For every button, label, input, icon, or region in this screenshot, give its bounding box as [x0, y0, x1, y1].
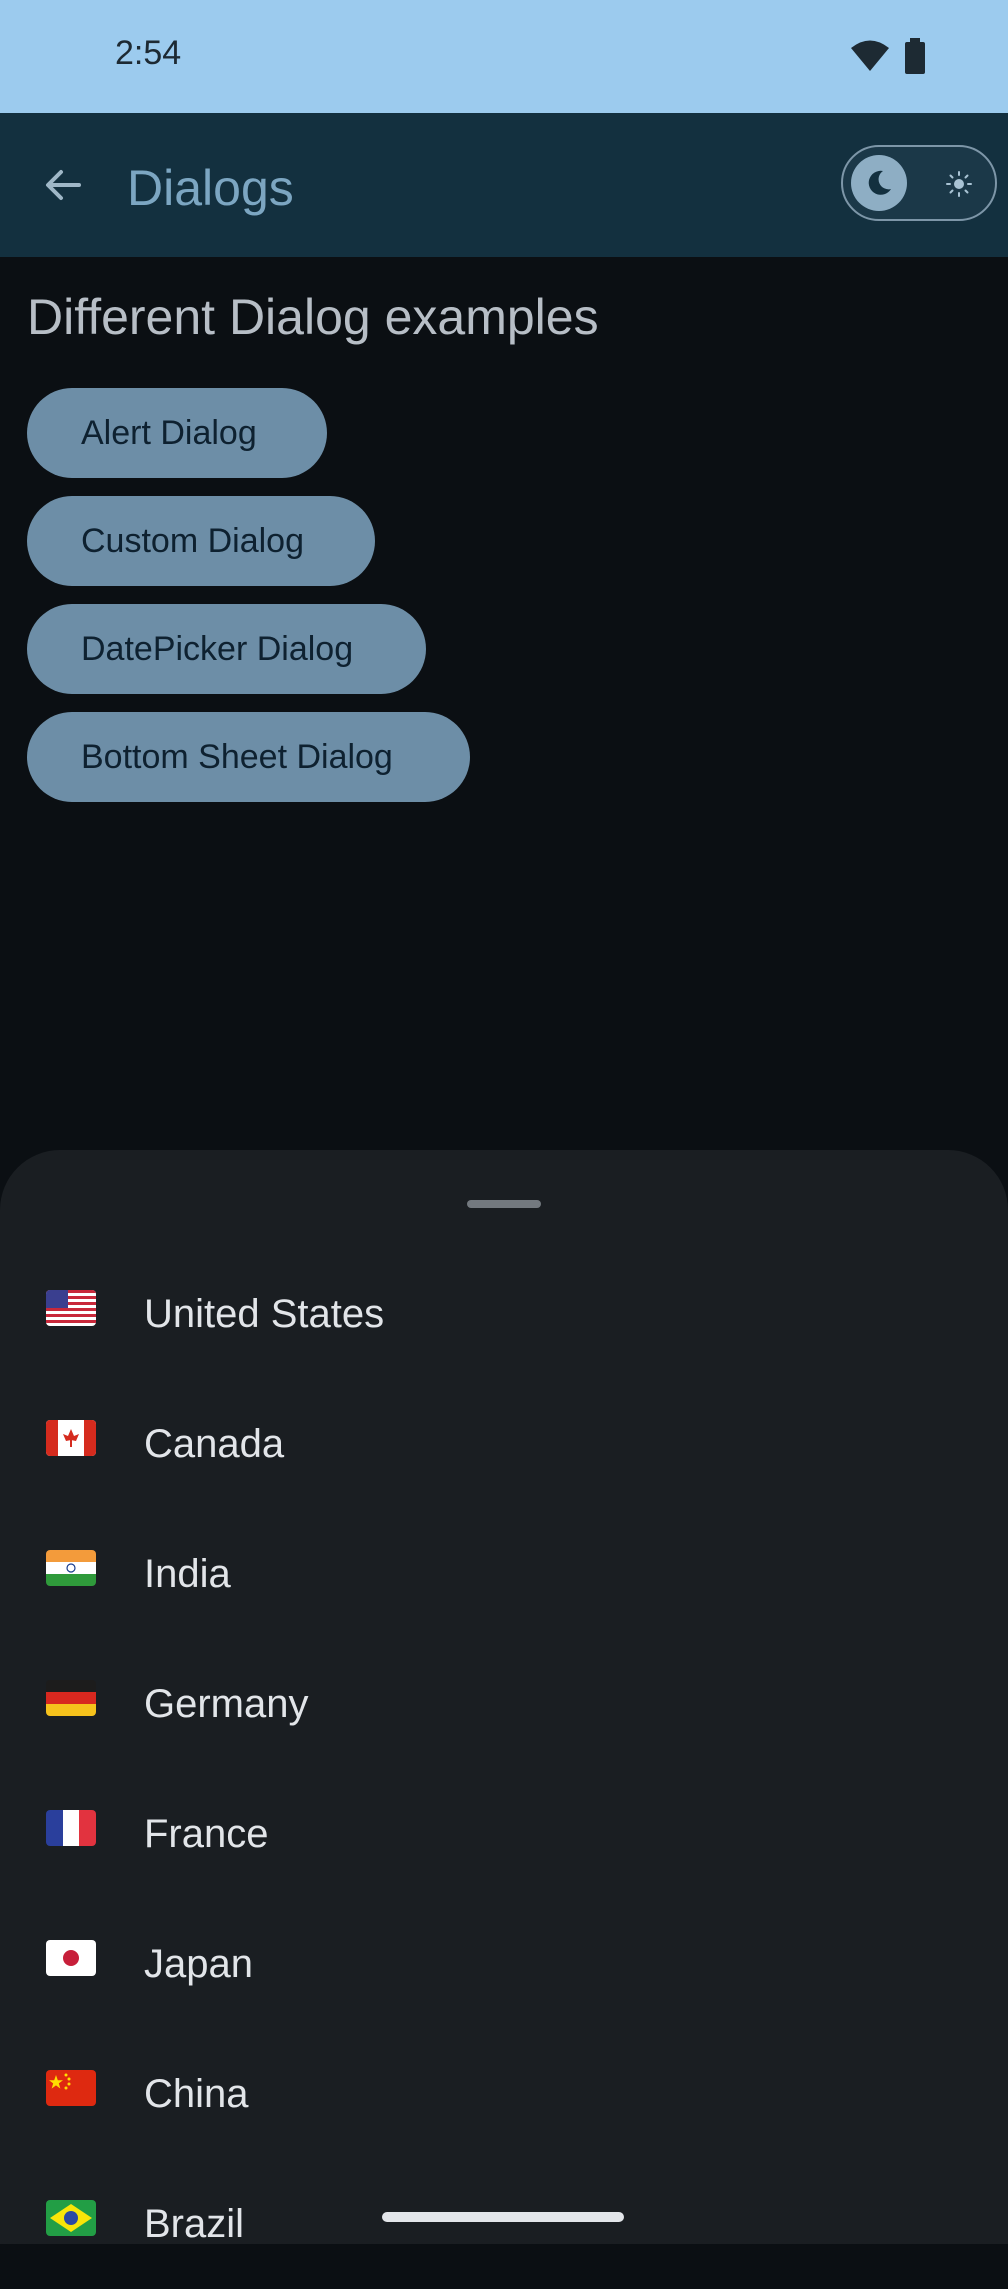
brazil-flag-icon [46, 2200, 96, 2236]
country-name: Germany [144, 1682, 309, 1726]
canada-flag-icon [46, 1420, 96, 1456]
section-title: Different Dialog examples [27, 289, 599, 345]
japan-flag-icon [46, 1940, 96, 1976]
country-name: China [144, 2072, 249, 2116]
app-bar: Dialogs [0, 113, 1008, 257]
bottom-sheet-dialog-button[interactable]: Bottom Sheet Dialog [27, 712, 470, 802]
us-flag-icon [46, 1290, 96, 1326]
china-flag-icon [46, 2070, 96, 2106]
germany-flag-icon [46, 1680, 96, 1716]
alert-dialog-button[interactable]: Alert Dialog [27, 388, 327, 478]
status-icons [850, 38, 926, 74]
battery-icon [905, 38, 925, 74]
country-item-france[interactable]: France [0, 1769, 1008, 1899]
country-item-brazil[interactable]: Brazil [0, 2159, 1008, 2289]
country-name: Canada [144, 1422, 285, 1466]
india-flag-icon [46, 1550, 96, 1586]
toggle-knob [851, 155, 907, 211]
country-item-japan[interactable]: Japan [0, 1899, 1008, 2029]
country-item-china[interactable]: China [0, 2029, 1008, 2159]
gesture-nav-bar[interactable] [382, 2212, 624, 2222]
country-item-united-states[interactable]: United States [0, 1249, 1008, 1379]
country-item-canada[interactable]: Canada [0, 1379, 1008, 1509]
country-name: France [144, 1812, 269, 1856]
country-item-india[interactable]: India [0, 1509, 1008, 1639]
country-name: Japan [144, 1942, 253, 1986]
moon-icon [868, 170, 891, 195]
country-name: India [144, 1552, 231, 1596]
france-flag-icon [46, 1810, 96, 1846]
arrow-back-icon [46, 170, 81, 200]
app-bar-title: Dialogs [127, 160, 294, 216]
drag-handle[interactable] [467, 1200, 541, 1208]
wifi-icon [851, 40, 889, 71]
country-name: United States [144, 1292, 385, 1336]
datepicker-dialog-button[interactable]: DatePicker Dialog [27, 604, 426, 694]
back-button[interactable] [38, 157, 88, 213]
sun-icon [946, 171, 972, 197]
custom-dialog-button[interactable]: Custom Dialog [27, 496, 375, 586]
status-bar: 2:54 [0, 0, 1008, 113]
country-name: Brazil [144, 2202, 245, 2246]
country-item-germany[interactable]: Germany [0, 1639, 1008, 1769]
bottom-sheet: United States Canada India Germany Franc… [0, 1150, 1008, 2246]
status-time: 2:54 [115, 34, 182, 72]
theme-toggle[interactable] [841, 145, 997, 221]
